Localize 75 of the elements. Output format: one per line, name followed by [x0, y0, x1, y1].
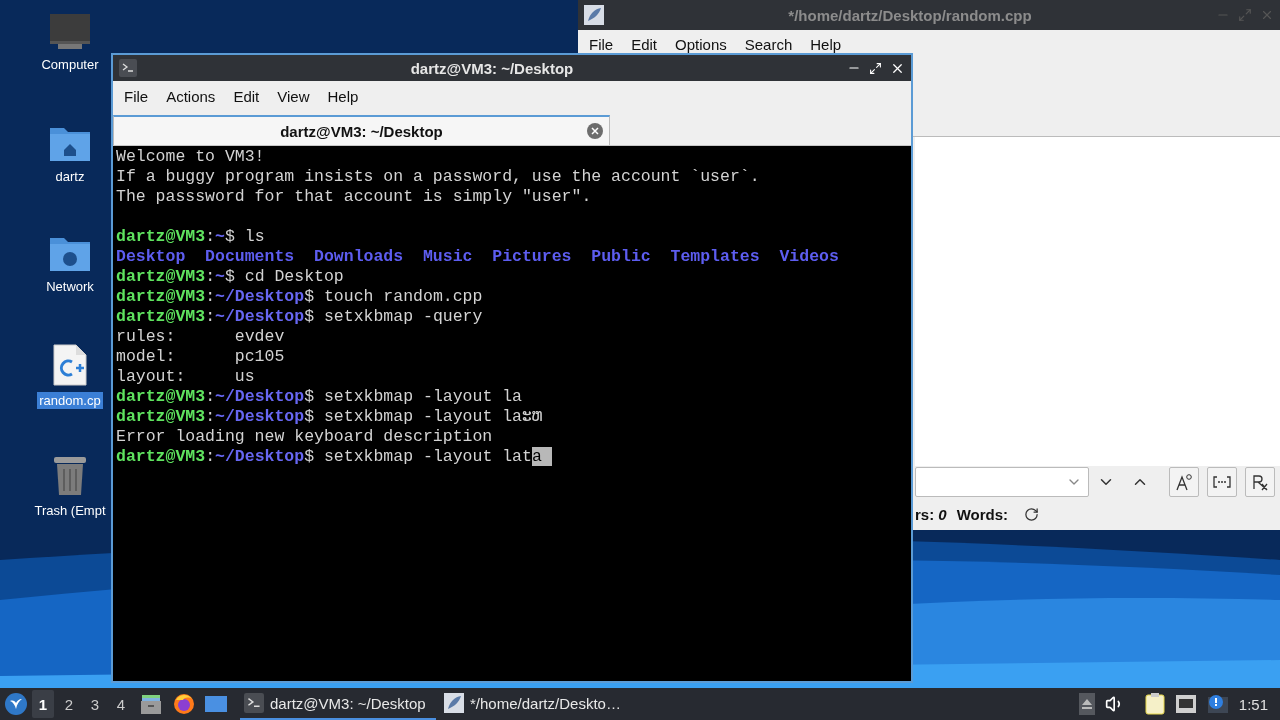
window-title: */home/dartz/Desktop/random.cpp: [787, 6, 1033, 24]
trash-icon: [53, 454, 87, 496]
terminal-line: dartz@VM3:~/Desktop$ setxkbmap -layout lata: [116, 447, 552, 466]
directory-name: Documents: [205, 247, 295, 266]
monitor-icon: [49, 14, 91, 50]
menu-item[interactable]: Help: [801, 35, 851, 53]
close-tab-icon[interactable]: [587, 123, 603, 139]
file-cabinet-icon[interactable]: [140, 693, 162, 715]
terminal-output[interactable]: [113, 146, 911, 681]
icon-label[interactable]: Network: [44, 278, 96, 295]
terminal-line: Welcome to VM3!: [116, 147, 265, 166]
icon-label[interactable]: dartz: [53, 168, 87, 185]
directory-name: Desktop: [116, 247, 186, 266]
task-button[interactable]: dartz@VM3: ~/Desktop: [240, 688, 436, 720]
directory-name: Public: [591, 247, 651, 266]
terminal-line: model: pc105: [116, 347, 285, 366]
network-icon[interactable]: [1174, 694, 1197, 714]
menu-item[interactable]: File: [580, 35, 623, 53]
clock: 1:51: [1238, 695, 1268, 713]
menu-item[interactable]: File: [115, 87, 158, 105]
directory-name: Downloads: [314, 247, 404, 266]
terminal-line: layout: us: [116, 367, 255, 386]
terminal-line: dartz@VM3:~/Desktop$ setxkbmap -layout laະຫ: [116, 407, 542, 426]
terminal-line: The passsword for that account is simply "user".: [116, 187, 592, 206]
maximize-icon[interactable]: [869, 61, 882, 75]
menu-item[interactable]: View: [268, 87, 319, 105]
directory-name: Music: [422, 247, 473, 266]
terminal-line: dartz@VM3:~/Desktop$ setxkbmap -query: [116, 307, 483, 326]
icon-label[interactable]: Computer: [39, 56, 101, 73]
directory-name: Pictures: [492, 247, 572, 266]
window-title: dartz@VM3: ~/Desktop: [409, 59, 575, 77]
cpp-file-icon: [53, 344, 87, 386]
regex-icon: [1251, 473, 1269, 491]
task-button[interactable]: */home/dartz/Deskto…: [440, 688, 636, 720]
terminal-line: dartz@VM3:~/Desktop$ setxkbmap -layout la: [116, 387, 522, 406]
terminal-line: dartz@VM3:~/Desktop$ touch random.cpp: [116, 287, 483, 306]
menu-item[interactable]: Options: [666, 35, 736, 53]
regex-button[interactable]: [1245, 467, 1275, 497]
icon-label[interactable]: random.cp: [37, 392, 103, 409]
menu-item[interactable]: Actions: [157, 87, 225, 105]
clipboard-icon[interactable]: [1144, 693, 1165, 715]
eject-icon[interactable]: [1078, 693, 1095, 715]
whole-word-button[interactable]: [1207, 467, 1237, 497]
browser-icon[interactable]: [172, 692, 196, 716]
terminal-line: rules: evdev: [116, 327, 285, 346]
directory-name: Templates: [670, 247, 760, 266]
terminal-icon: [244, 693, 264, 713]
menu-item[interactable]: Edit: [224, 87, 269, 105]
icon-label[interactable]: Trash (Empt: [32, 502, 108, 519]
terminal-line: If a buggy program insists on a password, use the account `user`.: [116, 167, 760, 186]
menu-item[interactable]: Help: [318, 87, 368, 105]
menu-item[interactable]: Edit: [622, 35, 667, 53]
notification-icon[interactable]: [1206, 694, 1229, 714]
workspace-button[interactable]: 4: [110, 690, 132, 718]
refresh-icon[interactable]: [1024, 506, 1040, 522]
workspace-button[interactable]: 1: [32, 690, 54, 718]
whole-word-icon: [1213, 475, 1231, 489]
workspace-button[interactable]: 2: [58, 690, 80, 718]
menu-item[interactable]: Search: [735, 35, 802, 53]
search-field[interactable]: [915, 467, 1089, 497]
directory-name: Videos: [779, 247, 839, 266]
match-case-button[interactable]: [1169, 467, 1199, 497]
terminal-tab[interactable]: dartz@VM3: ~/Desktop: [113, 115, 610, 145]
terminal-line: dartz@VM3:~$ ls: [116, 227, 265, 246]
desktop-icon[interactable]: [204, 694, 228, 714]
match-case-icon: [1175, 473, 1193, 491]
terminal-line: Error loading new keyboard description: [116, 427, 493, 446]
workspace-button[interactable]: 3: [84, 690, 106, 718]
status-text: Words:: [956, 505, 1009, 523]
terminal-icon: [119, 59, 137, 77]
status-text: rs: 0: [915, 505, 947, 523]
terminal-line: dartz@VM3:~$ cd Desktop: [116, 267, 344, 286]
feather-icon: [584, 5, 604, 25]
start-menu-icon[interactable]: [4, 692, 28, 716]
feather-icon: [444, 693, 464, 713]
